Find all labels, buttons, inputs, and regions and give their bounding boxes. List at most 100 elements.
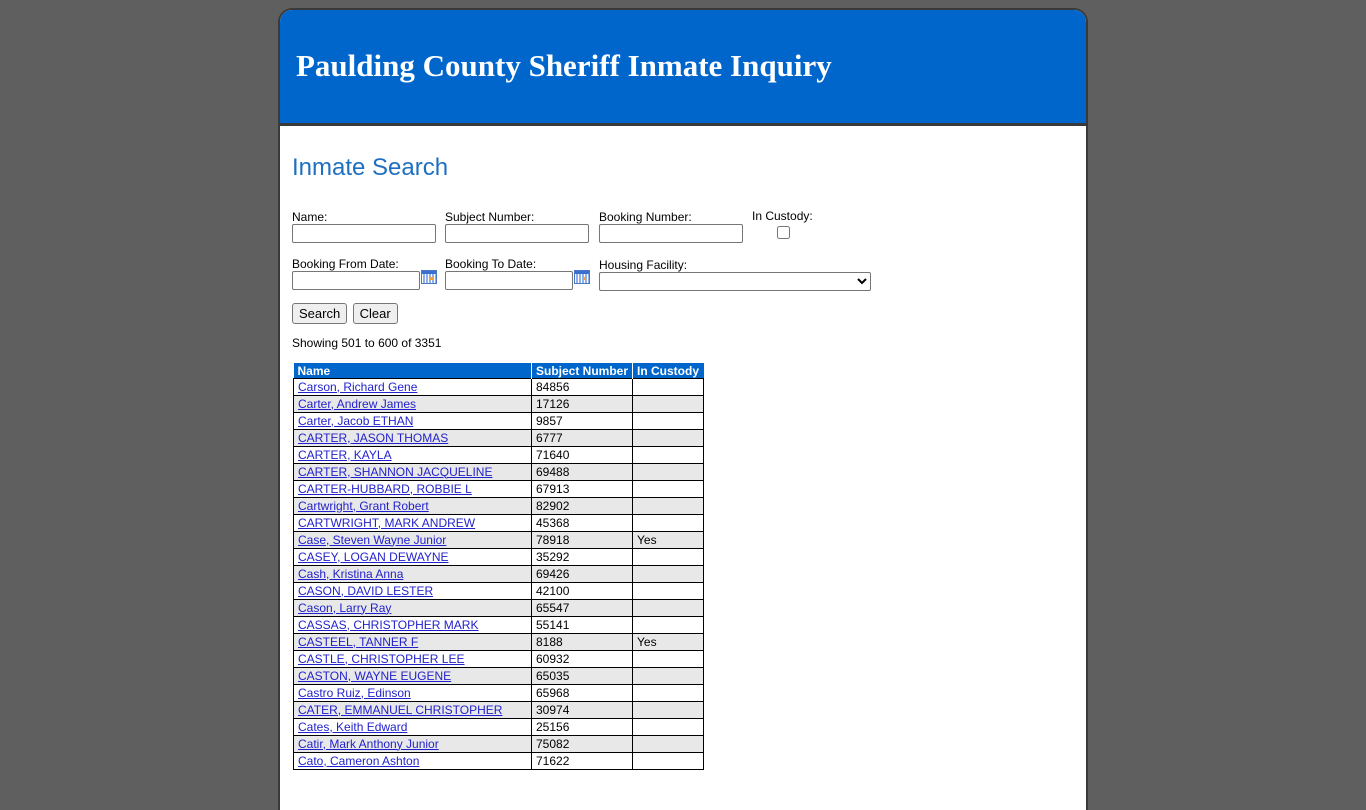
page-container: Paulding County Sheriff Inmate Inquiry I… xyxy=(278,8,1088,810)
inmate-name-link[interactable]: Cato, Cameron Ashton xyxy=(298,754,419,768)
in-custody-cell xyxy=(632,684,704,702)
in-custody-cell xyxy=(632,446,704,464)
name-cell: CARTER-HUBBARD, ROBBIE L xyxy=(293,480,532,498)
inmate-name-link[interactable]: CATER, EMMANUEL CHRISTOPHER xyxy=(298,703,502,717)
in-custody-field-group: In Custody: xyxy=(752,209,813,242)
inmate-name-link[interactable]: CASTEEL, TANNER F xyxy=(298,635,418,649)
site-header: Paulding County Sheriff Inmate Inquiry xyxy=(280,10,1086,126)
subject-number-cell: 35292 xyxy=(531,548,633,566)
table-row: CASTON, WAYNE EUGENE 65035 xyxy=(293,667,704,685)
inmate-name-link[interactable]: CASON, DAVID LESTER xyxy=(298,584,433,598)
subject-number-cell: 60932 xyxy=(531,650,633,668)
table-row: CASSAS, CHRISTOPHER MARK 55141 xyxy=(293,616,704,634)
subject-number-cell: 67913 xyxy=(531,480,633,498)
inmate-name-link[interactable]: Cason, Larry Ray xyxy=(298,601,391,615)
in-custody-cell xyxy=(632,599,704,617)
inmate-name-link[interactable]: CARTWRIGHT, MARK ANDREW xyxy=(298,516,475,530)
inmate-name-link[interactable]: CASTLE, CHRISTOPHER LEE xyxy=(298,652,465,666)
subject-number-field-group: Subject Number: xyxy=(445,210,589,243)
inmate-name-link[interactable]: CARTER, KAYLA xyxy=(298,448,392,462)
subject-number-cell: 30974 xyxy=(531,701,633,719)
subject-number-cell: 78918 xyxy=(531,531,633,549)
inmate-name-link[interactable]: Carson, Richard Gene xyxy=(298,380,417,394)
in-custody-cell: Yes xyxy=(632,531,704,549)
booking-number-label: Booking Number: xyxy=(599,210,692,224)
name-cell: Carson, Richard Gene xyxy=(293,378,532,396)
name-cell: Cason, Larry Ray xyxy=(293,599,532,617)
in-custody-cell xyxy=(632,548,704,566)
subject-number-cell: 65547 xyxy=(531,599,633,617)
subject-number-cell: 69488 xyxy=(531,463,633,481)
name-cell: CASTEEL, TANNER F xyxy=(293,633,532,651)
site-title: Paulding County Sheriff Inmate Inquiry xyxy=(296,48,832,83)
inmate-name-link[interactable]: Carter, Andrew James xyxy=(298,397,416,411)
inmate-name-link[interactable]: CASSAS, CHRISTOPHER MARK xyxy=(298,618,478,632)
inmate-name-link[interactable]: Cates, Keith Edward xyxy=(298,720,407,734)
subject-number-cell: 71640 xyxy=(531,446,633,464)
inmate-name-link[interactable]: Case, Steven Wayne Junior xyxy=(298,533,446,547)
calendar-icon[interactable] xyxy=(574,270,590,284)
inmate-name-link[interactable]: Carter, Jacob ETHAN xyxy=(298,414,413,428)
in-custody-cell xyxy=(632,650,704,668)
booking-number-input[interactable] xyxy=(599,224,743,243)
inmate-name-link[interactable]: CARTER, JASON THOMAS xyxy=(298,431,448,445)
subject-number-cell: 65035 xyxy=(531,667,633,685)
booking-to-date-label: Booking To Date: xyxy=(445,257,537,271)
name-cell: Cash, Kristina Anna xyxy=(293,565,532,583)
in-custody-cell xyxy=(632,565,704,583)
subject-number-input[interactable] xyxy=(445,224,589,243)
name-cell: CASON, DAVID LESTER xyxy=(293,582,532,600)
inmate-name-link[interactable]: CASEY, LOGAN DEWAYNE xyxy=(298,550,449,564)
in-custody-label: In Custody: xyxy=(752,209,813,223)
housing-facility-select[interactable] xyxy=(599,272,871,291)
subject-number-cell: 8188 xyxy=(531,633,633,651)
table-row: Carter, Andrew James 17126 xyxy=(293,395,704,413)
table-row: CARTER, SHANNON JACQUELINE 69488 xyxy=(293,463,704,481)
booking-from-date-label: Booking From Date: xyxy=(292,257,399,271)
booking-number-field-group: Booking Number: xyxy=(599,210,743,243)
subject-number-cell: 9857 xyxy=(531,412,633,430)
name-field-group: Name: xyxy=(292,210,436,243)
clear-button[interactable]: Clear xyxy=(352,303,398,324)
subject-number-cell: 55141 xyxy=(531,616,633,634)
subject-number-cell: 25156 xyxy=(531,718,633,736)
table-row: CASEY, LOGAN DEWAYNE 35292 xyxy=(293,548,704,566)
table-row: Catir, Mark Anthony Junior 75082 xyxy=(293,735,704,753)
calendar-icon[interactable] xyxy=(421,270,437,284)
name-label: Name: xyxy=(292,210,328,224)
in-custody-cell xyxy=(632,429,704,447)
inmate-name-link[interactable]: Cartwright, Grant Robert xyxy=(298,499,429,513)
subject-number-cell: 69426 xyxy=(531,565,633,583)
inmate-name-link[interactable]: Castro Ruiz, Edinson xyxy=(298,686,411,700)
name-cell: CASTLE, CHRISTOPHER LEE xyxy=(293,650,532,668)
table-row: CARTER, JASON THOMAS 6777 xyxy=(293,429,704,447)
inmate-name-link[interactable]: Catir, Mark Anthony Junior xyxy=(298,737,439,751)
in-custody-cell xyxy=(632,412,704,430)
inmate-name-link[interactable]: Cash, Kristina Anna xyxy=(298,567,403,581)
table-row: Cason, Larry Ray 65547 xyxy=(293,599,704,617)
search-button[interactable]: Search xyxy=(292,303,348,324)
column-header-in-custody: In Custody xyxy=(632,363,704,379)
inmate-name-link[interactable]: CARTER-HUBBARD, ROBBIE L xyxy=(298,482,472,496)
name-cell: Cato, Cameron Ashton xyxy=(293,752,532,770)
in-custody-cell xyxy=(632,480,704,498)
subject-number-cell: 17126 xyxy=(531,395,633,413)
booking-to-date-input[interactable] xyxy=(445,271,573,290)
name-input[interactable] xyxy=(292,224,436,243)
table-row: CASTLE, CHRISTOPHER LEE 60932 xyxy=(293,650,704,668)
booking-from-date-input[interactable] xyxy=(292,271,420,290)
name-cell: Carter, Jacob ETHAN xyxy=(293,412,532,430)
in-custody-cell xyxy=(632,752,704,770)
table-row: CARTER-HUBBARD, ROBBIE L 67913 xyxy=(293,480,704,498)
in-custody-checkbox[interactable] xyxy=(777,226,790,239)
table-row: Cash, Kristina Anna 69426 xyxy=(293,565,704,583)
in-custody-cell xyxy=(632,701,704,719)
inmate-name-link[interactable]: CARTER, SHANNON JACQUELINE xyxy=(298,465,492,479)
in-custody-cell xyxy=(632,497,704,515)
table-row: Case, Steven Wayne Junior 78918 Yes xyxy=(293,531,704,549)
name-cell: CARTER, SHANNON JACQUELINE xyxy=(293,463,532,481)
name-cell: Case, Steven Wayne Junior xyxy=(293,531,532,549)
table-row: Castro Ruiz, Edinson 65968 xyxy=(293,684,704,702)
inmate-name-link[interactable]: CASTON, WAYNE EUGENE xyxy=(298,669,451,683)
name-cell: CASTON, WAYNE EUGENE xyxy=(293,667,532,685)
